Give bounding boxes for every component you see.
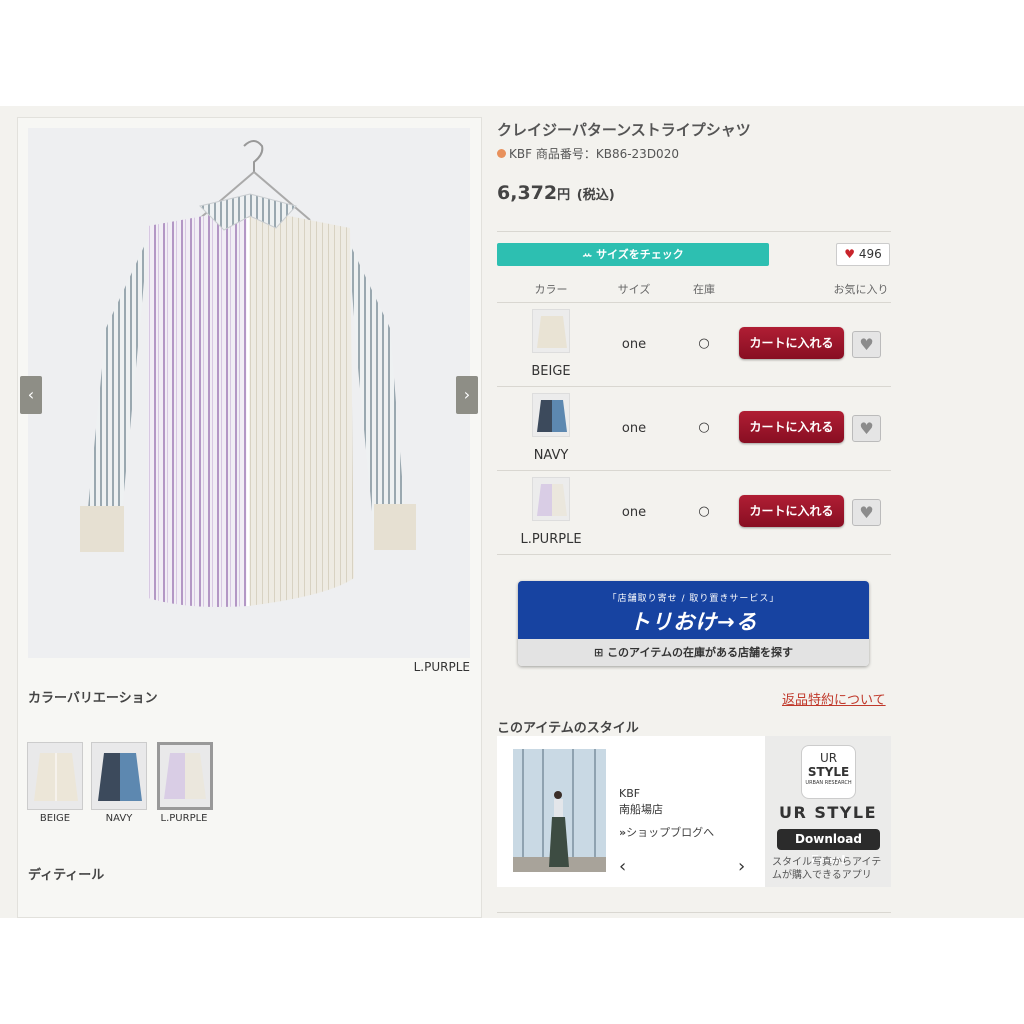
shop-blog-label: ショップブログへ <box>626 826 715 839</box>
row-size: one <box>621 505 647 520</box>
header-color: カラー <box>534 283 568 296</box>
color-variation-title: カラーバリエーション <box>28 691 158 706</box>
swatch-label-navy: NAVY <box>105 813 133 824</box>
heart-icon: ♥ <box>859 335 874 354</box>
store-icon: ⊞ <box>594 646 608 659</box>
divider <box>497 470 891 471</box>
row-stock: ○ <box>698 504 710 519</box>
header-stock: 在庫 <box>693 283 715 296</box>
style-next-arrow[interactable]: › <box>738 856 745 877</box>
size-check-button[interactable]: ꕀ サイズをチェック <box>497 243 769 266</box>
style-shop-brand: KBF <box>619 787 641 800</box>
row-thumb-navy <box>532 393 570 437</box>
row-stock: ○ <box>698 420 710 435</box>
row-stock: ○ <box>698 336 710 351</box>
size-check-label: サイズをチェック <box>596 248 684 261</box>
hanger-icon: ꕀ <box>582 248 597 261</box>
add-to-cart-button[interactable]: カートに入れる <box>739 327 844 359</box>
item-number: 商品番号：KB86-23D020 <box>535 147 679 161</box>
favorite-heart-button[interactable]: ♥ <box>852 415 881 442</box>
urstyle-description: スタイル写真からアイテムが購入できるアプリ <box>772 857 882 881</box>
urstyle-icon-ur: UR <box>819 751 838 765</box>
favorite-heart-button[interactable]: ♥ <box>852 331 881 358</box>
row-size: one <box>621 421 647 436</box>
find-store-label: このアイテムの在庫がある店舗を探す <box>607 646 793 659</box>
row-thumb-lpurple <box>532 477 570 521</box>
download-free-button[interactable]: Download Free! <box>777 829 880 867</box>
return-policy-link[interactable]: 返品特約について <box>782 689 886 708</box>
detail-title: ディティール <box>28 868 105 883</box>
row-color-label: BEIGE <box>531 364 571 379</box>
header-favorite: お気に入り <box>833 283 889 296</box>
add-to-cart-button[interactable]: カートに入れる <box>739 495 844 527</box>
gallery-prev-arrow[interactable]: ‹ <box>20 376 42 414</box>
product-title: クレイジーパターンストライプシャツ <box>497 121 751 139</box>
divider <box>497 912 891 913</box>
price-value: 6,372 <box>497 182 558 204</box>
divider <box>497 386 891 387</box>
heart-icon: ♥ <box>859 503 874 522</box>
swatch-beige[interactable] <box>27 742 83 810</box>
store-reservation-banner[interactable]: 「店舗取り寄せ / 取り置きサービス」 トリおけ→る ⊞ このアイテムの在庫があ… <box>518 581 869 666</box>
service-label: 「店舗取り寄せ / 取り置きサービス」 <box>607 594 780 604</box>
urstyle-icon-sub: URBAN RESEARCH <box>805 780 852 786</box>
style-photo[interactable] <box>513 749 606 872</box>
urstyle-name: UR STYLE <box>778 803 878 822</box>
add-to-cart-button[interactable]: カートに入れる <box>739 411 844 443</box>
row-thumb-beige <box>532 309 570 353</box>
row-color-label: NAVY <box>533 448 569 463</box>
main-image-caption: L.PURPLE <box>413 660 470 674</box>
urstyle-app-icon: UR STYLE URBAN RESEARCH <box>801 745 856 799</box>
divider <box>497 302 891 303</box>
brand-name: KBF <box>509 147 533 161</box>
swatch-navy[interactable] <box>91 742 147 810</box>
header-size: サイズ <box>617 283 651 296</box>
favorite-count-box[interactable]: ♥ 496 <box>836 243 890 266</box>
banner-top: 「店舗取り寄せ / 取り置きサービス」 トリおけ→る <box>518 581 869 639</box>
favorite-heart-button[interactable]: ♥ <box>852 499 881 526</box>
product-price: 6,372円 (税込) <box>497 182 615 204</box>
style-section-title: このアイテムのスタイル <box>497 721 639 736</box>
toriokeru-logo: トリおけ→る <box>629 610 758 634</box>
style-prev-arrow[interactable]: ‹ <box>619 856 626 877</box>
row-size: one <box>621 337 647 352</box>
find-store-link[interactable]: ⊞ このアイテムの在庫がある店舗を探す <box>518 639 869 666</box>
row-color-label: L.PURPLE <box>520 532 582 547</box>
favorite-count: 496 <box>858 247 882 261</box>
product-meta: KBF 商品番号：KB86-23D020 <box>497 145 679 162</box>
divider <box>497 554 891 555</box>
brand-dot-icon <box>497 149 506 158</box>
price-tax: (税込) <box>576 188 615 203</box>
style-shop-name: 南船場店 <box>619 803 663 816</box>
swatch-label-beige: BEIGE <box>39 813 71 824</box>
divider <box>497 231 891 232</box>
product-main-image <box>28 128 470 658</box>
swatch-label-lpurple: L.PURPLE <box>160 813 208 824</box>
price-unit: 円 <box>557 188 571 203</box>
shop-blog-link[interactable]: »ショップブログへ <box>619 824 714 840</box>
heart-icon: ♥ <box>859 419 874 438</box>
swatch-lpurple[interactable] <box>157 742 213 810</box>
urstyle-icon-style: STYLE <box>807 765 850 779</box>
gallery-next-arrow[interactable]: › <box>456 376 478 414</box>
heart-icon: ♥ <box>844 247 856 261</box>
